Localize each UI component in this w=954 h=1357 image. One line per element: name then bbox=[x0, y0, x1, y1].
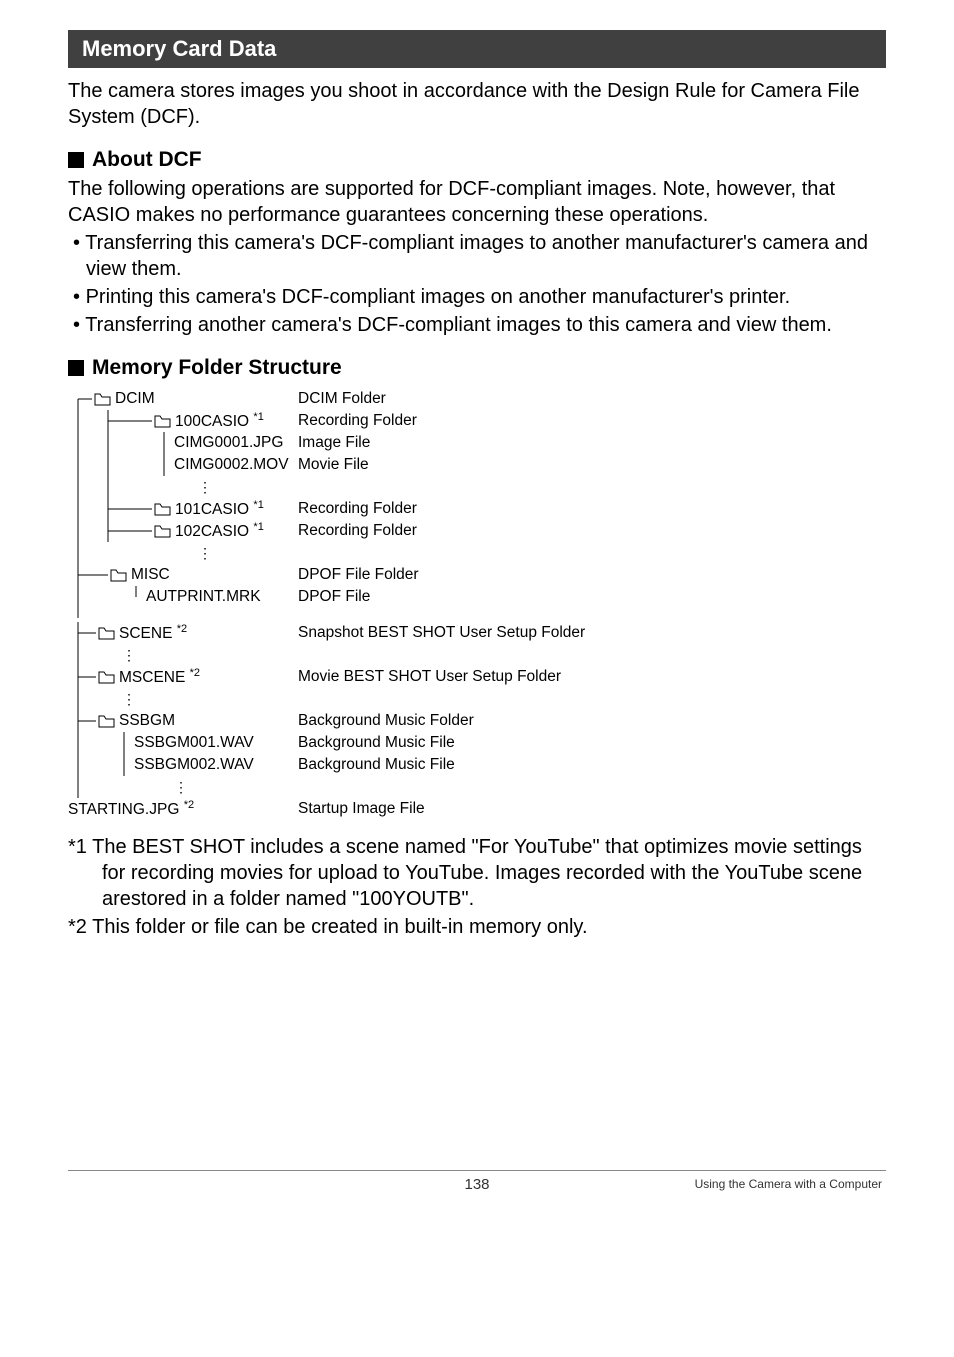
footer-section-name: Using the Camera with a Computer bbox=[695, 1177, 882, 1191]
tree-item-label: SCENE *2 bbox=[119, 623, 187, 643]
tree-item-label: DCIM bbox=[115, 390, 155, 408]
bullet-list: Transferring this camera's DCF-compliant… bbox=[68, 230, 886, 338]
tree-item-desc: Background Music Folder bbox=[298, 712, 474, 730]
ellipsis-icon: ⋮ bbox=[122, 696, 136, 702]
tree-item-label: SSBGM002.WAV bbox=[134, 756, 254, 774]
tree-item-desc: Movie BEST SHOT User Setup Folder bbox=[298, 668, 561, 686]
section-title: Memory Card Data bbox=[68, 30, 886, 68]
tree-item-desc: DPOF File bbox=[298, 588, 370, 606]
tree-item-desc: Movie File bbox=[298, 456, 369, 474]
subheading-about-dcf: About DCF bbox=[68, 148, 886, 172]
tree-item-label: MSCENE *2 bbox=[119, 667, 200, 687]
intro-text: The camera stores images you shoot in ac… bbox=[68, 78, 886, 130]
tree-item-label: AUTPRINT.MRK bbox=[146, 588, 261, 606]
square-bullet-icon bbox=[68, 152, 84, 168]
ellipsis-icon: ⋮ bbox=[198, 550, 212, 556]
tree-item-desc: DCIM Folder bbox=[298, 390, 386, 408]
tree-item-label: CIMG0001.JPG bbox=[174, 434, 283, 452]
subheading-label: Memory Folder Structure bbox=[92, 356, 342, 380]
tree-item-desc: Background Music File bbox=[298, 734, 455, 752]
tree-item-label: CIMG0002.MOV bbox=[174, 456, 289, 474]
tree-item-desc: DPOF File Folder bbox=[298, 566, 419, 584]
page-number: 138 bbox=[464, 1176, 489, 1193]
list-item: Transferring this camera's DCF-compliant… bbox=[68, 230, 886, 282]
folder-icon bbox=[110, 569, 127, 582]
tree-item-label: 101CASIO *1 bbox=[175, 499, 264, 519]
folder-icon bbox=[98, 715, 115, 728]
ellipsis-icon: ⋮ bbox=[174, 784, 188, 790]
tree-item-label: MISC bbox=[131, 566, 170, 584]
tree-item-label: SSBGM001.WAV bbox=[134, 734, 254, 752]
tree-item-label: 102CASIO *1 bbox=[175, 521, 264, 541]
list-item: Printing this camera's DCF-compliant ima… bbox=[68, 284, 886, 310]
list-item: Transferring another camera's DCF-compli… bbox=[68, 312, 886, 338]
square-bullet-icon bbox=[68, 360, 84, 376]
folder-icon bbox=[98, 627, 115, 640]
folder-icon bbox=[154, 525, 171, 538]
sub1-text: The following operations are supported f… bbox=[68, 176, 886, 228]
folder-icon bbox=[154, 503, 171, 516]
folder-tree: DCIM DCIM Folder 100CASIO *1 Recording F… bbox=[68, 388, 886, 820]
tree-item-label: 100CASIO *1 bbox=[175, 411, 264, 431]
subheading-folder-structure: Memory Folder Structure bbox=[68, 356, 886, 380]
tree-item-desc: Image File bbox=[298, 434, 370, 452]
tree-item-label: STARTING.JPG *2 bbox=[68, 799, 194, 819]
tree-item-desc: Startup Image File bbox=[298, 800, 425, 818]
subheading-label: About DCF bbox=[92, 148, 202, 172]
footnote-1: *1 The BEST SHOT includes a scene named … bbox=[68, 834, 886, 912]
folder-icon bbox=[154, 415, 171, 428]
footnote-2: *2 This folder or file can be created in… bbox=[68, 914, 886, 940]
tree-item-label: SSBGM bbox=[119, 712, 175, 730]
tree-item-desc: Recording Folder bbox=[298, 522, 417, 540]
folder-icon bbox=[94, 393, 111, 406]
page-footer: 138 Using the Camera with a Computer bbox=[68, 1170, 886, 1191]
tree-item-desc: Background Music File bbox=[298, 756, 455, 774]
tree-item-desc: Snapshot BEST SHOT User Setup Folder bbox=[298, 624, 585, 642]
folder-icon bbox=[98, 671, 115, 684]
ellipsis-icon: ⋮ bbox=[122, 652, 136, 658]
tree-item-desc: Recording Folder bbox=[298, 412, 417, 430]
tree-item-desc: Recording Folder bbox=[298, 500, 417, 518]
ellipsis-icon: ⋮ bbox=[198, 484, 212, 490]
